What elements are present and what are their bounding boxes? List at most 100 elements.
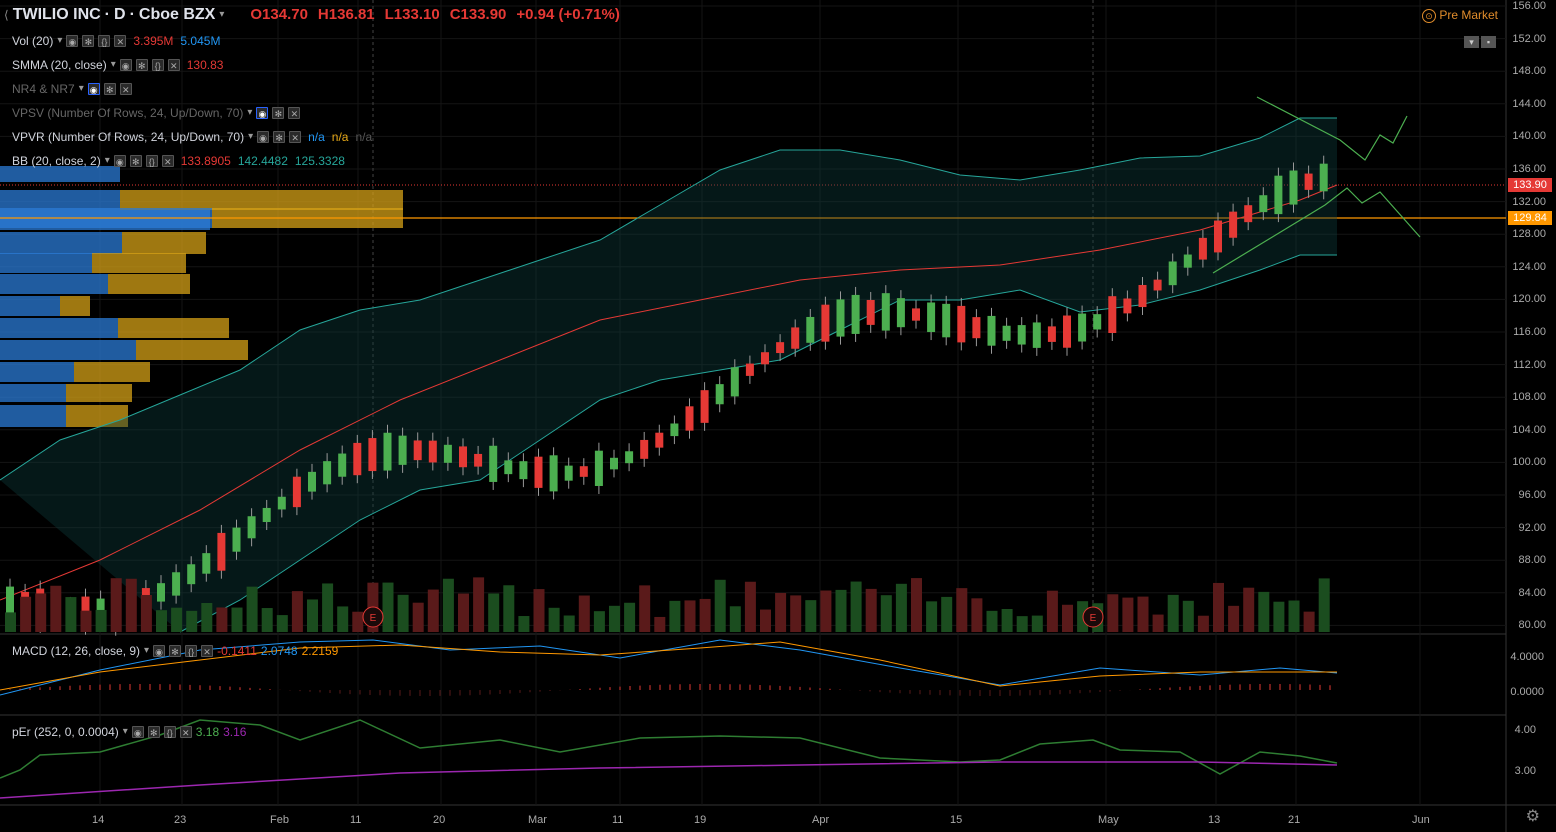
macd-value: 2.2159 (301, 644, 339, 658)
symbol-name[interactable]: TWILIO INC (13, 7, 101, 23)
chevron-down-icon[interactable]: ▾ (248, 130, 253, 144)
close-icon[interactable]: ✕ (161, 155, 174, 167)
candle-body (1319, 163, 1328, 192)
chevron-down-icon[interactable]: ▾ (144, 644, 149, 658)
indicator-label[interactable]: SMMA (20, close) (12, 58, 107, 72)
chevron-down-icon[interactable]: ▾ (247, 106, 252, 120)
close-icon[interactable]: ✕ (179, 726, 192, 738)
indicator-value: 3.395M (133, 34, 174, 48)
macd-legend: MACD (12, 26, close, 9) ▾ ◉ ✻ {} ✕ -0.14… (12, 644, 338, 658)
gear-icon[interactable]: ✻ (272, 107, 285, 119)
brackets-icon[interactable]: {} (151, 59, 164, 71)
close-icon[interactable]: ✕ (114, 35, 127, 47)
last-price-tag: 133.90 (1508, 178, 1552, 192)
volume-profile-bar (0, 340, 136, 360)
chevron-down-icon[interactable]: ▾ (111, 58, 116, 72)
candle-body (594, 450, 603, 486)
candle-body (413, 440, 422, 461)
candle-body (670, 423, 679, 437)
close-icon[interactable]: ✕ (288, 107, 301, 119)
eye-icon[interactable]: ◉ (256, 107, 269, 119)
chevron-down-icon[interactable]: ▾ (123, 725, 128, 739)
volume-bar (1197, 615, 1209, 632)
candle-body (1093, 314, 1102, 330)
gear-icon[interactable]: ✻ (147, 726, 160, 738)
eye-icon[interactable]: ◉ (119, 59, 132, 71)
candle-body (715, 384, 724, 405)
candle-body (866, 299, 875, 325)
candle-body (1032, 322, 1041, 348)
eye-icon[interactable]: ◉ (113, 155, 126, 167)
candle-body (172, 572, 181, 596)
gear-icon[interactable]: ⚙ (1526, 806, 1540, 826)
eye-icon[interactable]: ◉ (257, 131, 270, 143)
indicator-legend: VPSV (Number Of Rows, 24, Up/Down, 70) ▾ ◉… (12, 106, 301, 120)
eye-icon[interactable]: ◉ (87, 83, 100, 95)
gear-icon[interactable]: ✻ (129, 155, 142, 167)
gear-icon[interactable]: ✻ (273, 131, 286, 143)
macd-label[interactable]: MACD (12, 26, close, 9) (12, 644, 140, 658)
candle-body (187, 564, 196, 585)
indicator-label[interactable]: VPVR (Number Of Rows, 24, Up/Down, 70) (12, 130, 244, 144)
close-icon[interactable]: ✕ (201, 645, 214, 657)
volume-bar (156, 610, 167, 632)
exchange[interactable]: Cboe BZX (139, 7, 215, 23)
macd-axis-label: 0.0000 (1510, 686, 1544, 698)
candle-body (1214, 220, 1222, 253)
indicator-label[interactable]: Vol (20) (12, 34, 53, 48)
volume-bar (578, 595, 590, 632)
time-axis-label: Jun (1412, 814, 1430, 826)
chevron-down-icon[interactable]: ▾ (57, 34, 62, 48)
volume-bar (669, 600, 681, 632)
candle-body (338, 453, 347, 477)
close-icon[interactable]: ✕ (167, 59, 180, 71)
brackets-icon[interactable]: {} (163, 726, 176, 738)
gear-icon[interactable]: ✻ (169, 645, 182, 657)
gear-icon[interactable]: ✻ (82, 35, 95, 47)
indicator-label[interactable]: NR4 & NR7 (12, 82, 75, 96)
volume-bar (65, 597, 77, 632)
gear-icon[interactable]: ✻ (103, 83, 116, 95)
volume-bar (926, 601, 938, 632)
volume-bar (790, 595, 802, 632)
price-axis-label: 156.00 (1512, 0, 1546, 12)
indicator-value: 142.4482 (237, 154, 288, 168)
volume-bar (412, 602, 424, 632)
candle-body (579, 466, 588, 477)
brackets-icon[interactable]: {} (185, 645, 198, 657)
indicator-label[interactable]: BB (20, close, 2) (12, 154, 101, 168)
close-icon[interactable]: ✕ (119, 83, 132, 95)
volume-profile-bar (0, 405, 66, 427)
brackets-icon[interactable]: {} (98, 35, 111, 47)
eye-icon[interactable]: ◉ (66, 35, 79, 47)
volume-bar (95, 609, 107, 632)
chevron-down-icon[interactable]: ▾ (219, 8, 224, 22)
collapse-down-icon[interactable]: ▾ (1464, 36, 1479, 48)
indicator-value: 130.83 (186, 58, 224, 72)
collapse-icon[interactable]: ⟨ (4, 8, 9, 22)
chart-canvas[interactable]: EE (0, 0, 1556, 832)
indicator-label[interactable]: VPSV (Number Of Rows, 24, Up/Down, 70) (12, 106, 243, 120)
volume-bar (20, 596, 32, 632)
time-axis-label: 13 (1208, 814, 1221, 826)
candle-body (957, 305, 966, 343)
price-axis-label: 104.00 (1512, 423, 1546, 436)
eye-icon[interactable]: ◉ (153, 645, 166, 657)
interval[interactable]: D (114, 7, 126, 23)
volume-profile-bar (74, 362, 150, 382)
close-icon[interactable]: ✕ (289, 131, 302, 143)
chevron-down-icon[interactable]: ▾ (79, 82, 84, 96)
chevron-down-icon[interactable]: ▾ (105, 154, 110, 168)
maximize-icon[interactable]: ▪ (1481, 36, 1496, 48)
per-label[interactable]: pEr (252, 0, 0.0004) (12, 725, 119, 739)
brackets-icon[interactable]: {} (145, 155, 158, 167)
candle-body (987, 315, 996, 346)
eye-icon[interactable]: ◉ (131, 726, 144, 738)
volume-bar (1243, 587, 1255, 632)
ohlc-open: O134.70 (250, 6, 308, 23)
candle-body (157, 583, 165, 602)
volume-bar (1031, 615, 1043, 632)
gear-icon[interactable]: ✻ (135, 59, 148, 71)
candle-body (353, 442, 362, 476)
premarket-indicator[interactable]: ⊙ Pre Market (1421, 8, 1498, 23)
